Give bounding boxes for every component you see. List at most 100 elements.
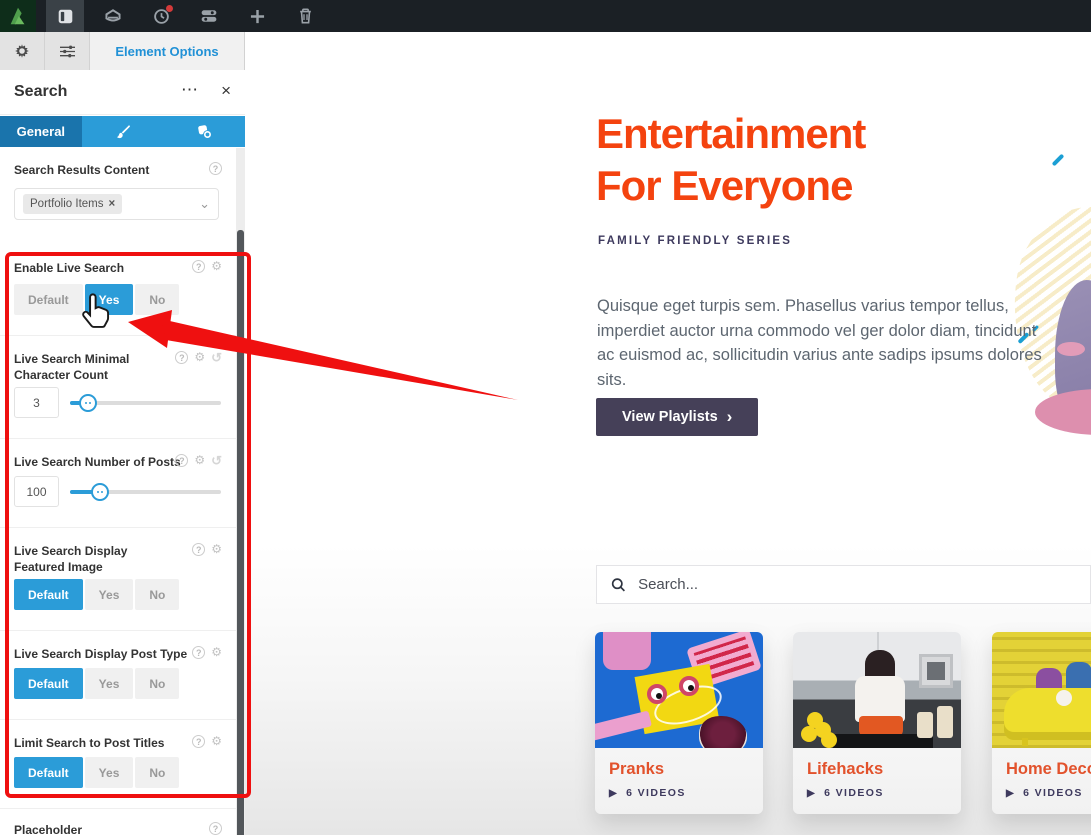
tag-link-icon [196,123,213,140]
playlist-card-home-decoration[interactable]: Home Decoration ▶ 6 VIDEOS [992,632,1091,814]
card-thumbnail [595,632,763,748]
option-yes[interactable]: Yes [85,579,134,610]
tag-label: Portfolio Items [30,198,104,210]
field-label: Enable Live Search [14,260,179,276]
element-options-panel: Search ⋯ × General Search Results Conten… [0,70,245,835]
screenshot-root: Element Options Search ⋯ × General Searc… [0,0,1091,835]
panel-scrollbar-track[interactable] [236,148,245,835]
option-default[interactable]: Default [14,579,83,610]
help-icon[interactable]: ? [192,735,205,748]
option-no[interactable]: No [135,284,179,315]
card-thumbnail [992,632,1091,748]
reset-icon[interactable]: ↺ [211,454,222,467]
playlist-card-pranks[interactable]: Pranks ▶ 6 VIDEOS [595,632,763,814]
option-yes[interactable]: Yes [85,668,134,699]
decor-dash-icon [1052,154,1065,167]
site-preview: Entertainment For Everyone FAMILY FRIEND… [245,32,1091,835]
gear-icon[interactable]: ⚙ [211,543,222,556]
help-icon[interactable]: ? [209,162,222,175]
number-of-posts-input[interactable] [14,476,59,507]
gear-icon[interactable]: ⚙ [194,454,205,467]
min-char-count-slider[interactable] [70,387,221,418]
help-icon[interactable]: ? [192,543,205,556]
trash-icon[interactable] [286,0,324,32]
tab-extras[interactable] [163,116,245,147]
option-default[interactable]: Default [14,284,83,315]
add-icon[interactable] [238,0,276,32]
playlist-card-lifehacks[interactable]: Lifehacks ▶ 6 VIDEOS [793,632,961,814]
card-title[interactable]: Lifehacks [807,760,883,779]
playlists-section: Pranks ▶ 6 VIDEOS [245,545,1091,835]
help-icon[interactable]: ? [175,454,188,467]
help-icon[interactable]: ? [192,260,205,273]
avada-logo[interactable] [0,0,36,32]
search-results-content-select[interactable]: Portfolio Items × ⌄ [14,188,219,220]
card-title[interactable]: Home Decoration [1006,760,1091,779]
help-icon[interactable]: ? [192,646,205,659]
option-no[interactable]: No [135,579,179,610]
field-label: Search Results Content [14,162,179,178]
gear-icon[interactable]: ⚙ [211,735,222,748]
display-featured-image-options: Default Yes No [14,579,179,610]
slider-handle[interactable] [91,483,109,501]
tab-general-label: General [17,124,65,139]
card-title[interactable]: Pranks [609,760,664,779]
reset-icon[interactable]: ↺ [211,351,222,364]
card-meta: ▶ 6 VIDEOS [609,787,686,799]
option-tabs: General [0,116,245,147]
card-meta: ▶ 6 VIDEOS [807,787,884,799]
view-playlists-label: View Playlists [622,409,718,425]
field-label: Live Search Minimal Character Count [14,351,179,383]
field-display-post-type: Live Search Display Post Type ? ⚙ [14,646,222,662]
view-playlists-button[interactable]: View Playlists › [596,398,758,436]
element-options-label: Element Options [115,44,218,59]
panel-title: Search [14,83,67,101]
selected-tag: Portfolio Items × [23,194,122,214]
library-icon[interactable] [94,0,132,32]
field-enable-live-search: Enable Live Search ? ⚙ [14,260,222,276]
tag-remove-icon[interactable]: × [109,198,116,210]
option-no[interactable]: No [135,668,179,699]
site-search-bar[interactable] [596,565,1091,604]
option-default[interactable]: Default [14,757,83,788]
min-char-count-input[interactable] [14,387,59,418]
help-icon[interactable]: ? [175,351,188,364]
slider-handle[interactable] [79,394,97,412]
tab-general[interactable]: General [0,116,82,147]
field-placeholder: Placeholder ? [14,822,222,835]
paintbrush-icon [115,124,131,140]
panel-header: Search ⋯ × [0,70,245,115]
tab-element-options[interactable]: Element Options [90,32,245,70]
gear-icon[interactable]: ⚙ [194,351,205,364]
card-thumbnail [793,632,961,748]
history-icon[interactable] [142,0,180,32]
site-search-input[interactable] [638,576,1076,593]
options-toggles-icon[interactable] [190,0,228,32]
tab-filters[interactable] [45,32,90,70]
decor-pink-puddle [1035,389,1091,435]
enable-live-search-options: Default Yes No [14,284,179,315]
field-label: Limit Search to Post Titles [14,735,199,751]
panel-scrollbar-thumb[interactable] [237,230,244,835]
tab-settings[interactable] [0,32,45,70]
gear-icon[interactable]: ⚙ [211,646,222,659]
builder-toolbar [0,0,1091,32]
option-yes[interactable]: Yes [85,757,134,788]
sidebar-toggle-icon[interactable] [46,0,84,32]
number-of-posts-slider[interactable] [70,476,221,507]
play-icon: ▶ [609,788,618,799]
video-count: 6 VIDEOS [824,787,884,799]
option-no[interactable]: No [135,757,179,788]
field-display-featured-image: Live Search Display Featured Image ? ⚙ [14,543,222,575]
hero-paragraph: Quisque eget turpis sem. Phasellus variu… [597,294,1057,392]
tab-design[interactable] [82,116,164,147]
decor-pink-drop [1057,342,1085,356]
option-default[interactable]: Default [14,668,83,699]
panel-menu-button[interactable]: ⋯ [181,80,199,100]
display-post-type-options: Default Yes No [14,668,179,699]
option-yes[interactable]: Yes [85,284,134,315]
help-icon[interactable]: ? [209,822,222,835]
gear-icon[interactable]: ⚙ [211,260,222,273]
field-limit-post-titles: Limit Search to Post Titles ? ⚙ [14,735,222,751]
panel-close-button[interactable]: × [221,81,231,101]
